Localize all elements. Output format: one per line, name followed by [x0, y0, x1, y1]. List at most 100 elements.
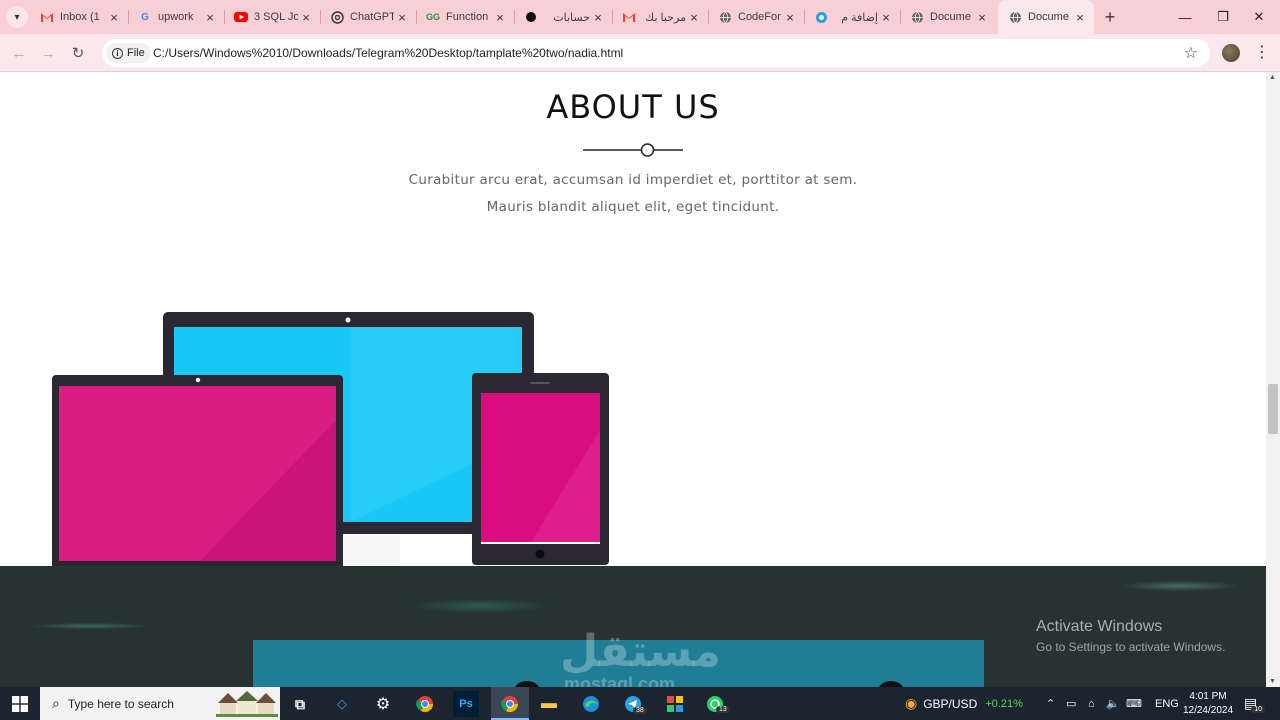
whatsapp-badge: 13 [716, 706, 730, 713]
close-window-button[interactable]: ✕ [1236, 0, 1280, 34]
globe-icon [1008, 10, 1022, 24]
circle-icon [814, 10, 828, 24]
tab-title: 3 SQL Jo [254, 11, 298, 23]
clock-date: 12/24/2024 [1182, 705, 1234, 716]
tab-strip: ▾ Inbox (1 × G upwork × 3 SQL Jo × ChatG… [0, 0, 1280, 34]
tab-title: حسابات [553, 11, 590, 24]
edge-taskbar-button[interactable] [578, 691, 604, 717]
vertical-scrollbar[interactable]: ▲ ▼ [1266, 72, 1280, 687]
page-viewport: ABOUT US Curabitur arcu erat, accumsan i… [0, 72, 1266, 687]
task-view-button[interactable]: ⧉ [287, 691, 313, 717]
whatsapp-taskbar-button[interactable] [702, 691, 728, 717]
close-icon[interactable]: × [686, 10, 702, 25]
tab-title: إضافة م [841, 11, 878, 24]
tab-title: Docume [1028, 11, 1069, 23]
tab-title: Function [446, 11, 489, 23]
vscode-icon: ◇ [337, 696, 347, 711]
settings-taskbar-button[interactable]: ⚙ [370, 691, 396, 717]
globe-icon [718, 10, 732, 24]
folder-icon: ▬ [541, 695, 557, 712]
scroll-up-icon[interactable]: ▲ [1269, 74, 1276, 81]
currency-widget[interactable]: ◉ GBP/USD +0.21% [905, 687, 1023, 720]
gmail-icon [622, 10, 636, 24]
battery-tray[interactable]: ▭ [1066, 687, 1076, 720]
close-icon[interactable]: × [878, 10, 894, 25]
task-view-icon: ⧉ [295, 695, 305, 712]
tab-title: Docume [930, 11, 971, 23]
keyboard-tray[interactable]: ⌨ [1126, 687, 1142, 720]
chrome-active-taskbar-button[interactable] [491, 687, 529, 720]
tab-document-active[interactable]: Docume × [998, 0, 1094, 34]
globe-icon [910, 10, 924, 24]
close-icon[interactable]: × [394, 10, 410, 25]
tab-title: مرحبا بك [645, 11, 686, 24]
tab-youtube[interactable]: 3 SQL Jo × [224, 0, 320, 34]
file-explorer-taskbar-button[interactable]: ▬ [536, 691, 562, 717]
photoshop-icon: Ps [459, 698, 473, 710]
tab-threads[interactable]: حسابات × [514, 0, 612, 34]
scroll-down-icon[interactable]: ▼ [1269, 678, 1276, 685]
colorful-app-icon [667, 696, 683, 712]
back-button[interactable]: ← [8, 42, 30, 64]
start-button[interactable] [0, 687, 40, 720]
notification-center-button[interactable]: ▤ 10 [1244, 687, 1271, 720]
battery-icon: ▭ [1066, 698, 1077, 710]
tray-chevron[interactable]: ⌃ [1046, 687, 1055, 720]
tab-add[interactable]: إضافة م × [804, 0, 900, 34]
bookmark-star-icon[interactable]: ☆ [1184, 43, 1198, 63]
close-icon[interactable]: × [590, 10, 606, 25]
tab-upwork[interactable]: G upwork × [128, 0, 224, 34]
tab-search-button[interactable]: ▾ [6, 6, 28, 28]
vscode-taskbar-button[interactable]: ◇ [329, 691, 355, 717]
reload-button[interactable]: ↻ [67, 42, 89, 64]
title-divider [583, 143, 683, 157]
chevron-down-icon: ▾ [14, 11, 20, 23]
scrollbar-thumb[interactable] [1268, 384, 1278, 434]
about-text-line-2: Mauris blandit aliquet elit, eget tincid… [486, 199, 780, 215]
tab-gmail-welcome[interactable]: مرحبا بك × [612, 0, 708, 34]
app-grid-taskbar-button[interactable] [662, 691, 688, 717]
youtube-icon [234, 10, 248, 24]
close-icon[interactable]: × [298, 10, 314, 25]
tab-codefor[interactable]: CodeFor × [708, 0, 804, 34]
site-info-chip[interactable]: i File [106, 43, 151, 63]
clock-time: 4:01 PM [1189, 691, 1227, 702]
chrome-taskbar-button[interactable] [412, 691, 438, 717]
browser-menu-button[interactable]: ⋮ [1254, 42, 1270, 64]
close-icon[interactable]: × [106, 10, 122, 25]
watermark-arabic: مستقل [560, 626, 721, 677]
windows-logo-icon [12, 695, 28, 712]
close-icon[interactable]: × [202, 10, 218, 25]
photoshop-taskbar-button[interactable]: Ps [453, 691, 479, 717]
close-icon[interactable]: × [782, 10, 798, 25]
close-icon[interactable]: × [492, 10, 508, 25]
coins-icon: ◉ [905, 695, 918, 711]
tablet-graphic [472, 373, 609, 565]
volume-tray[interactable]: 🔈 [1106, 687, 1120, 720]
tab-gmail-inbox[interactable]: Inbox (1 × [30, 0, 128, 34]
profile-avatar[interactable] [1222, 44, 1240, 62]
network-tray[interactable]: ⌂ [1088, 687, 1095, 720]
tab-chatgpt[interactable]: ChatGPT × [320, 0, 416, 34]
arrow-right-icon: → [40, 44, 56, 62]
tab-document[interactable]: Docume × [900, 0, 996, 34]
laptop-graphic [52, 375, 343, 570]
tab-function[interactable]: GG Function × [416, 0, 514, 34]
search-placeholder: Type here to search [67, 696, 174, 711]
restore-icon: ❐ [1217, 9, 1229, 24]
language-indicator[interactable]: ENG [1155, 687, 1179, 720]
network-icon: ⌂ [1088, 697, 1095, 710]
tab-title: CodeFor [738, 11, 781, 23]
forward-button[interactable]: → [37, 42, 59, 64]
taskbar-clock[interactable]: 4:01 PM 12/24/2024 [1178, 690, 1238, 718]
telegram-badge: 38 [633, 707, 647, 714]
close-icon: ✕ [1253, 9, 1265, 24]
gmail-icon [40, 10, 54, 24]
new-tab-button[interactable]: + [1100, 7, 1120, 27]
currency-pair: GBP/USD [923, 696, 978, 711]
url-text[interactable]: C:/Users/Windows%2010/Downloads/Telegram… [153, 46, 623, 60]
address-bar[interactable]: i File C:/Users/Windows%2010/Downloads/T… [102, 39, 1210, 67]
houses-search-highlight-icon [216, 691, 278, 717]
close-icon[interactable]: × [1072, 10, 1088, 25]
close-icon[interactable]: × [974, 10, 990, 25]
